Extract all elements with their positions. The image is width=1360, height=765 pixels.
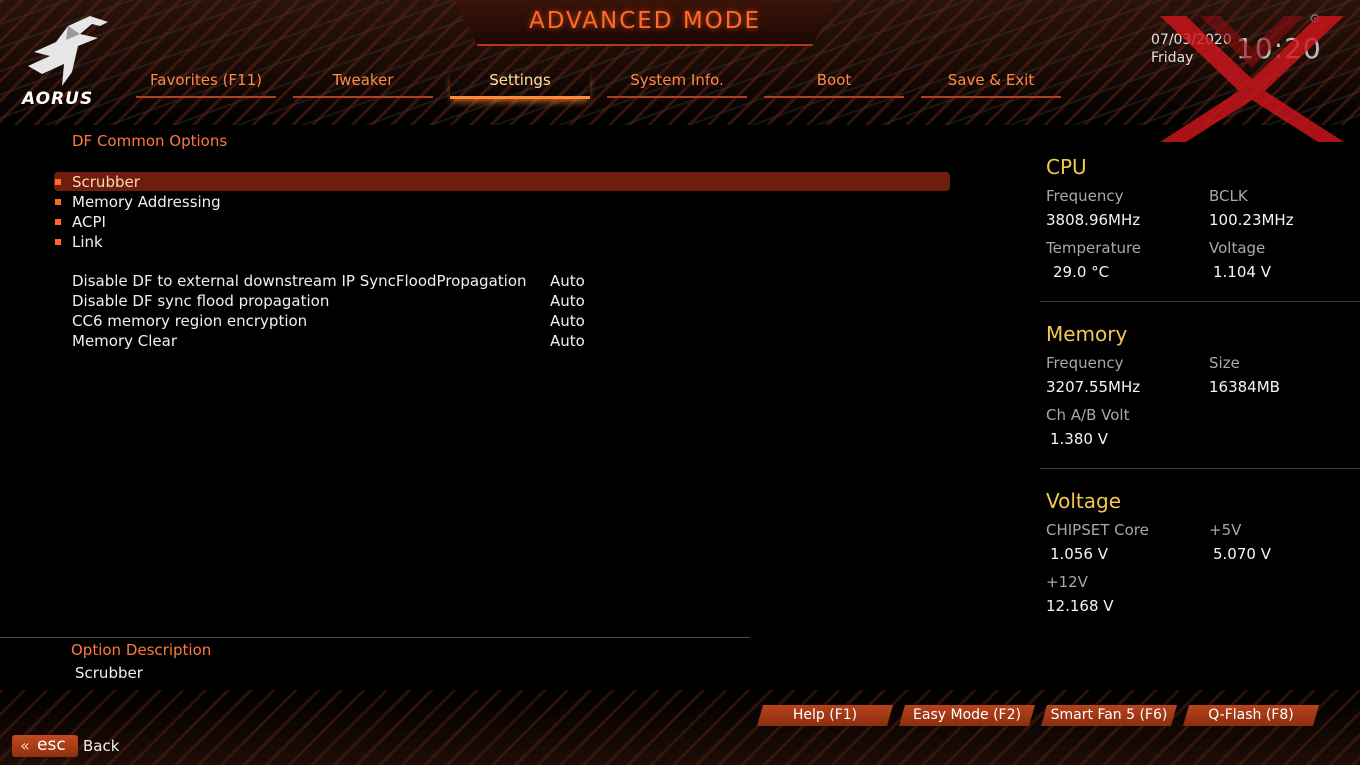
tab-tweaker[interactable]: Tweaker <box>293 70 433 98</box>
voltage-heading: Voltage <box>1046 489 1122 513</box>
submenu-label: Scrubber <box>72 173 140 191</box>
cpu-voltage-label: Voltage <box>1209 239 1266 257</box>
submenu-label: Memory Addressing <box>72 193 221 211</box>
option-row-cc6-encryption[interactable]: CC6 memory region encryption Auto <box>72 311 672 331</box>
help-button[interactable]: Help (F1) <box>757 705 893 726</box>
option-name: Disable DF sync flood propagation <box>72 292 330 310</box>
tab-favorites[interactable]: Favorites (F11) <box>136 70 276 98</box>
submenu-memory-addressing[interactable]: Memory Addressing <box>55 192 221 212</box>
option-row-df-external-syncflood[interactable]: Disable DF to external downstream IP Syn… <box>72 271 672 291</box>
option-name: CC6 memory region encryption <box>72 312 308 330</box>
bullet-icon <box>55 219 61 225</box>
smart-fan-button[interactable]: Smart Fan 5 (F6) <box>1041 705 1177 726</box>
option-row-memory-clear[interactable]: Memory Clear Auto <box>72 331 672 351</box>
bullet-icon <box>55 179 61 185</box>
selection-highlight <box>54 172 950 191</box>
submenu-scrubber[interactable]: Scrubber <box>55 172 140 192</box>
esc-label: esc <box>37 735 66 755</box>
memory-heading: Memory <box>1046 322 1128 346</box>
tab-system-info[interactable]: System Info. <box>607 70 747 98</box>
plus12v-label: +12V <box>1046 573 1088 591</box>
page-title: ADVANCED MODE <box>528 8 762 34</box>
cpu-bclk-value: 100.23MHz <box>1209 211 1294 229</box>
memory-size-value: 16384MB <box>1209 378 1280 396</box>
plus5v-value: 5.070 V <box>1213 545 1271 563</box>
option-value[interactable]: Auto <box>550 311 585 331</box>
cpu-bclk-label: BCLK <box>1209 187 1248 205</box>
footer-background <box>0 690 1360 765</box>
option-name: Disable DF to external downstream IP Syn… <box>72 272 527 290</box>
chipset-core-value: 1.056 V <box>1050 545 1108 563</box>
cpu-heading: CPU <box>1046 155 1087 179</box>
description-divider <box>0 637 750 638</box>
cpu-frequency-value: 3808.96MHz <box>1046 211 1141 229</box>
cpu-frequency-label: Frequency <box>1046 187 1124 205</box>
option-value[interactable]: Auto <box>550 271 585 291</box>
description-text: Scrubber <box>75 664 143 682</box>
watermark-logo-icon <box>1160 16 1344 142</box>
option-name: Memory Clear <box>72 332 177 350</box>
option-row-df-sync-flood[interactable]: Disable DF sync flood propagation Auto <box>72 291 672 311</box>
memory-size-label: Size <box>1209 354 1240 372</box>
esc-button[interactable]: « esc <box>12 735 78 757</box>
option-value[interactable]: Auto <box>550 291 585 311</box>
tab-save-exit[interactable]: Save & Exit <box>921 70 1061 98</box>
plus12v-value: 12.168 V <box>1046 597 1114 615</box>
memory-chab-value: 1.380 V <box>1050 430 1108 448</box>
cpu-temperature-value: 29.0 °C <box>1053 263 1110 281</box>
bullet-icon <box>55 199 61 205</box>
memory-chab-label: Ch A/B Volt <box>1046 406 1130 424</box>
chipset-core-label: CHIPSET Core <box>1046 521 1149 539</box>
easy-mode-button[interactable]: Easy Mode (F2) <box>899 705 1035 726</box>
logo-text: AORUS <box>22 89 94 109</box>
submenu-acpi[interactable]: ACPI <box>55 212 106 232</box>
description-title: Option Description <box>71 641 212 659</box>
bullet-icon <box>55 239 61 245</box>
cpu-voltage-value: 1.104 V <box>1213 263 1271 281</box>
submenu-link[interactable]: Link <box>55 232 103 252</box>
sidebar-divider <box>1040 301 1360 302</box>
memory-frequency-label: Frequency <box>1046 354 1124 372</box>
plus5v-label: +5V <box>1209 521 1242 539</box>
sidebar-divider <box>1040 468 1360 469</box>
section-title: DF Common Options <box>72 132 228 150</box>
tab-settings[interactable]: Settings <box>450 70 590 99</box>
submenu-label: ACPI <box>72 213 106 231</box>
memory-frequency-value: 3207.55MHz <box>1046 378 1141 396</box>
qflash-button[interactable]: Q-Flash (F8) <box>1183 705 1319 726</box>
cpu-temperature-label: Temperature <box>1046 239 1142 257</box>
back-label[interactable]: Back <box>83 737 119 755</box>
option-value[interactable]: Auto <box>550 331 585 351</box>
double-chevron-left-icon: « <box>20 736 30 755</box>
tab-boot[interactable]: Boot <box>764 70 904 98</box>
submenu-label: Link <box>72 233 103 251</box>
